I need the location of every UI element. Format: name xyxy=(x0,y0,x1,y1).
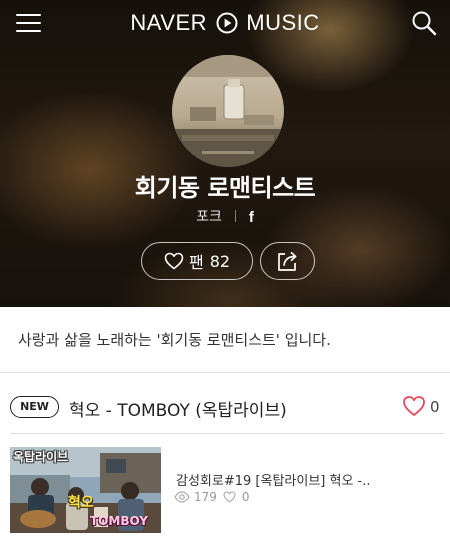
section-divider xyxy=(0,372,450,373)
divider xyxy=(234,210,236,222)
video-title[interactable]: 감성회로#19 [옥탑라이브] 혁오 -.. xyxy=(176,470,371,489)
artist-genre[interactable]: 포크 xyxy=(196,209,222,225)
artist-info-row: 포크 f xyxy=(0,206,450,226)
play-circle-icon xyxy=(216,12,238,34)
video-thumbnail[interactable]: 옥탑라이브 혁오 TOMBOY xyxy=(10,447,161,533)
view-count: 179 xyxy=(194,490,217,504)
video-stats: 179 0 xyxy=(174,490,250,504)
fan-label: 팬 xyxy=(188,253,204,272)
logo-text-music: MUSIC xyxy=(246,10,320,36)
like-count: 0 xyxy=(430,398,440,416)
fan-button[interactable]: 팬 82 xyxy=(141,242,253,280)
video-like-count: 0 xyxy=(241,490,250,504)
heart-outline-icon xyxy=(164,252,184,270)
thumbnail-label: 옥탑라이브 xyxy=(13,450,69,464)
facebook-icon[interactable]: f xyxy=(249,209,254,226)
thumbnail-caption-artist: 혁오 xyxy=(68,495,94,511)
heart-small-icon xyxy=(223,491,236,503)
video-list-item[interactable]: 옥탑라이브 혁오 TOMBOY 감성회로#19 [옥탑라이브] 혁오 -.. 1… xyxy=(10,447,444,533)
naver-music-logo[interactable]: NAVER MUSIC xyxy=(0,9,450,36)
share-button[interactable] xyxy=(260,242,315,280)
artist-avatar xyxy=(172,55,284,167)
fan-count: 82 xyxy=(209,251,231,271)
artist-name: 회기동 로맨티스트 xyxy=(134,174,316,202)
search-icon[interactable] xyxy=(410,9,438,37)
share-icon xyxy=(277,251,296,271)
new-badge: NEW xyxy=(10,396,59,418)
heart-like-icon[interactable] xyxy=(402,395,426,419)
top-bar: NAVER MUSIC xyxy=(0,0,450,46)
artist-description: 사랑과 삶을 노래하는 '회기동 로맨티스트' 입니다. xyxy=(18,331,331,349)
new-release-title[interactable]: 혁오 - TOMBOY (옥탑라이브) xyxy=(69,396,287,421)
eye-icon xyxy=(174,491,190,503)
artist-hero: NAVER MUSIC 회기동 로맨티스트 포크 f 팬 82 xyxy=(0,0,450,307)
row-divider xyxy=(10,433,444,434)
logo-text-naver: NAVER xyxy=(130,10,208,36)
thumbnail-caption-song: TOMBOY xyxy=(90,514,148,528)
